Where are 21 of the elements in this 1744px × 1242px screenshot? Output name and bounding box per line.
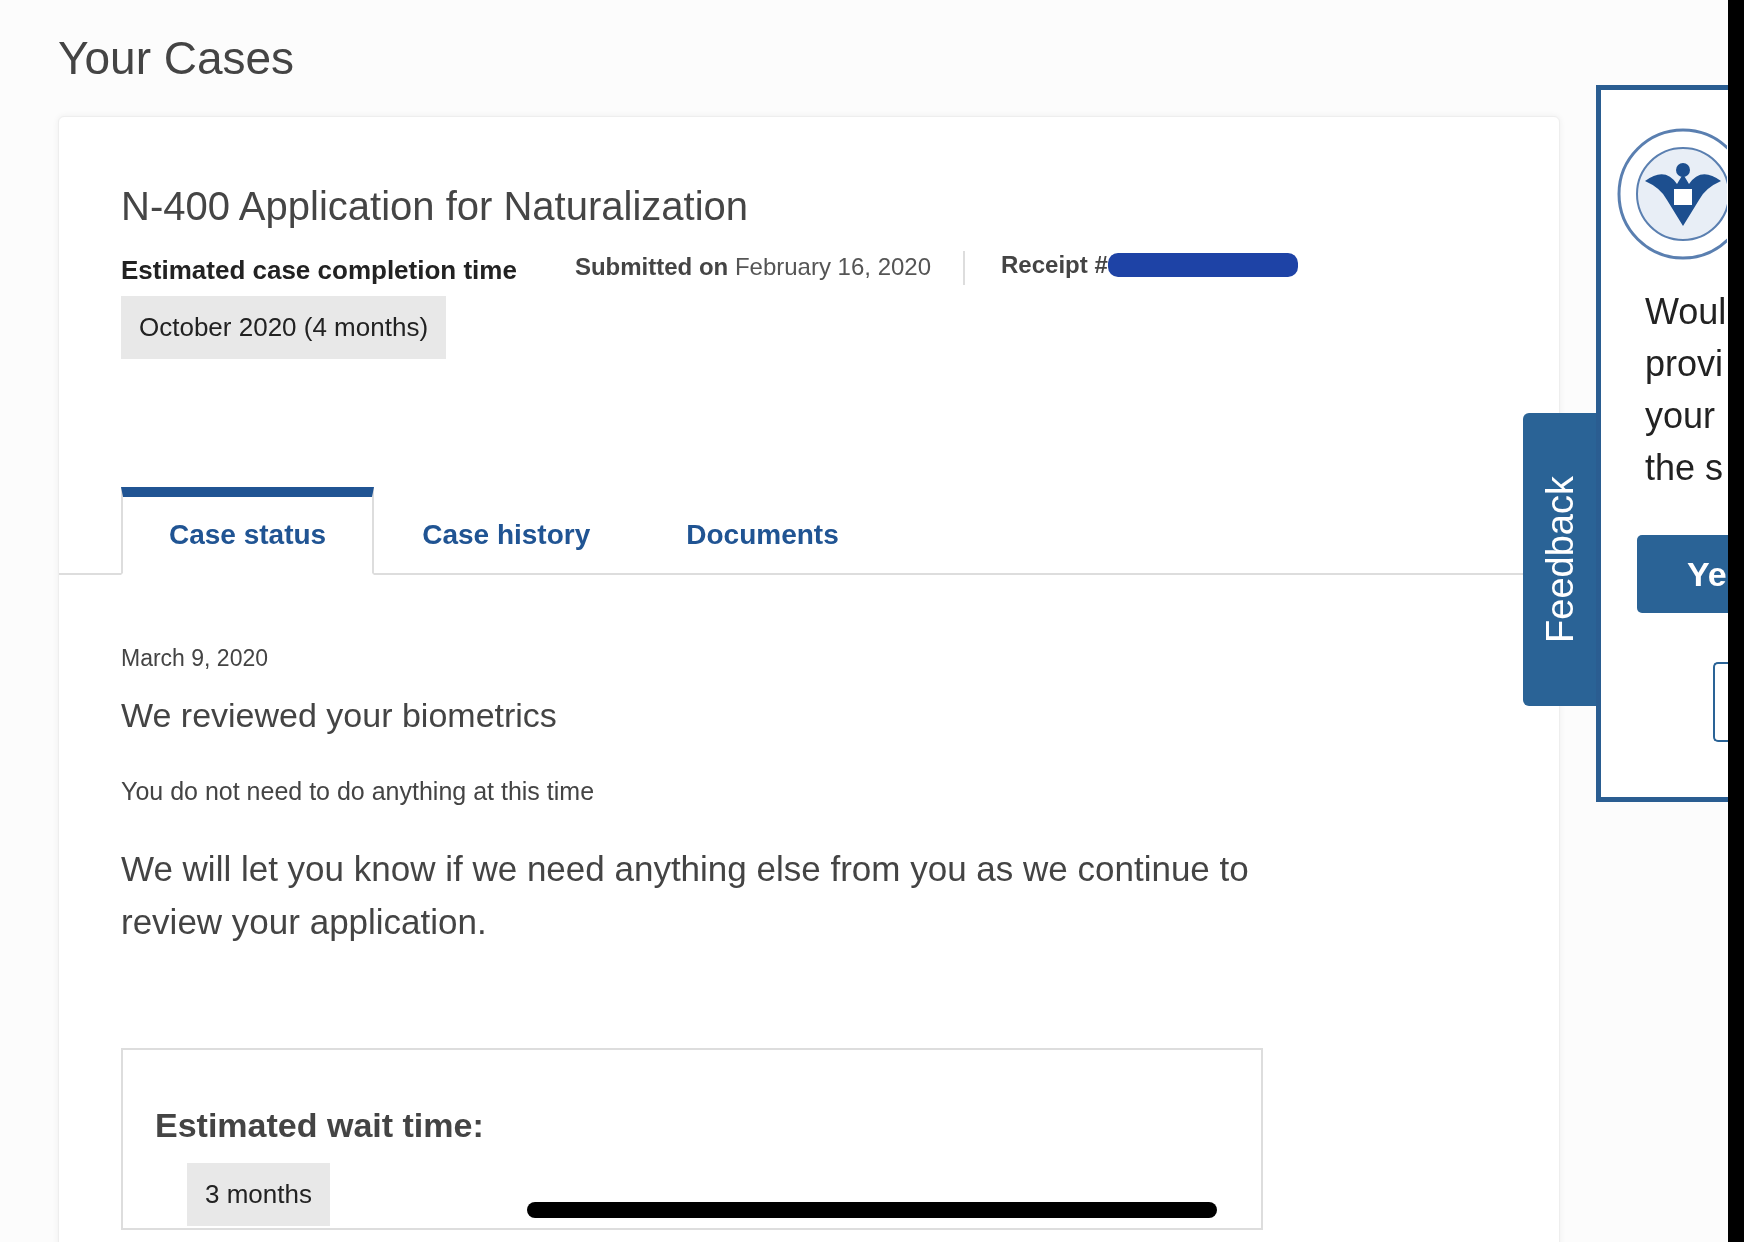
status-date: March 9, 2020: [121, 645, 270, 672]
completion-value: October 2020 (4 months): [121, 296, 447, 359]
survey-question: your: [1645, 394, 1717, 438]
page-title: Your Cases: [57, 31, 296, 86]
tab[interactable]: Case history: [374, 487, 639, 575]
yes-button[interactable]: Ye: [1637, 535, 1728, 613]
case-title: N-400 Application for Naturalization: [120, 183, 749, 230]
tab[interactable]: Documents: [638, 487, 887, 575]
survey-question: provi: [1645, 342, 1725, 386]
survey-question: Woul: [1645, 290, 1727, 334]
survey-question: the s: [1645, 446, 1725, 490]
status-note: You do not need to do anything at this time: [121, 777, 596, 806]
status-heading: We reviewed your biometrics: [121, 696, 558, 735]
wait-time-label: Estimated wait time:: [155, 1106, 485, 1145]
status-message: We will let you know if we need anything else from you as we continue to review your application.: [121, 848, 1250, 943]
feedback-tab[interactable]: Feedback: [1523, 413, 1598, 706]
completion-label: Estimated case completion time: [121, 254, 517, 286]
receipt-label: Receipt #: [1001, 251, 1108, 279]
submitted-text: Submitted on February 16, 2020: [574, 252, 932, 281]
tab[interactable]: Case status: [121, 487, 375, 575]
wait-time-value: 3 months: [187, 1163, 330, 1226]
